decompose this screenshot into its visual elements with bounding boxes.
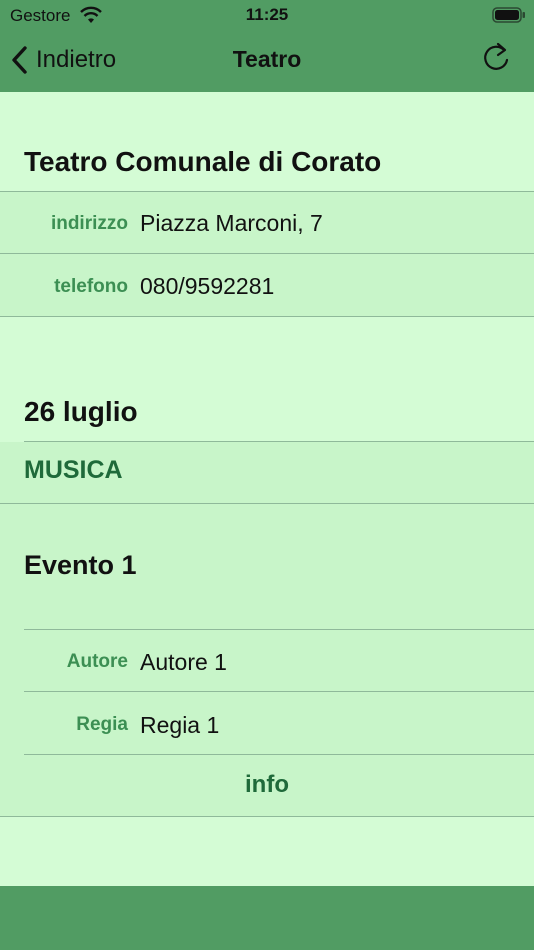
- page-title: Teatro: [232, 46, 302, 72]
- phone-value[interactable]: 080/9592281: [140, 273, 274, 300]
- divider: [24, 691, 534, 692]
- top-bar: Gestore 11:25 Indietro Teatro: [0, 0, 534, 92]
- divider: [24, 629, 534, 630]
- phone-key: telefono: [54, 276, 128, 297]
- bottom-bar: [0, 886, 534, 950]
- author-value: Autore 1: [140, 649, 227, 675]
- author-key: Autore: [66, 651, 128, 672]
- event-title: Evento 1: [24, 550, 137, 580]
- venue-details: indirizzo Piazza Marconi, 7 telefono 080…: [0, 192, 534, 316]
- divider: [0, 816, 534, 817]
- director-key: Regia: [76, 714, 128, 735]
- refresh-icon[interactable]: [478, 40, 514, 76]
- venue-name: Teatro Comunale di Corato: [24, 146, 382, 177]
- divider: [0, 316, 534, 317]
- divider: [0, 253, 534, 254]
- nav-bar: Indietro Teatro: [0, 30, 534, 92]
- category-label: MUSICA: [24, 456, 123, 484]
- status-time: 11:25: [245, 5, 289, 24]
- info-button[interactable]: info: [0, 771, 534, 799]
- status-bar: Gestore 11:25: [0, 0, 534, 30]
- address-value[interactable]: Piazza Marconi, 7: [140, 210, 323, 237]
- director-value: Regia 1: [140, 712, 220, 738]
- divider: [24, 754, 534, 755]
- divider: [0, 503, 534, 504]
- battery-icon: [492, 7, 525, 23]
- address-key: indirizzo: [50, 213, 128, 234]
- date-heading: 26 luglio: [24, 396, 138, 427]
